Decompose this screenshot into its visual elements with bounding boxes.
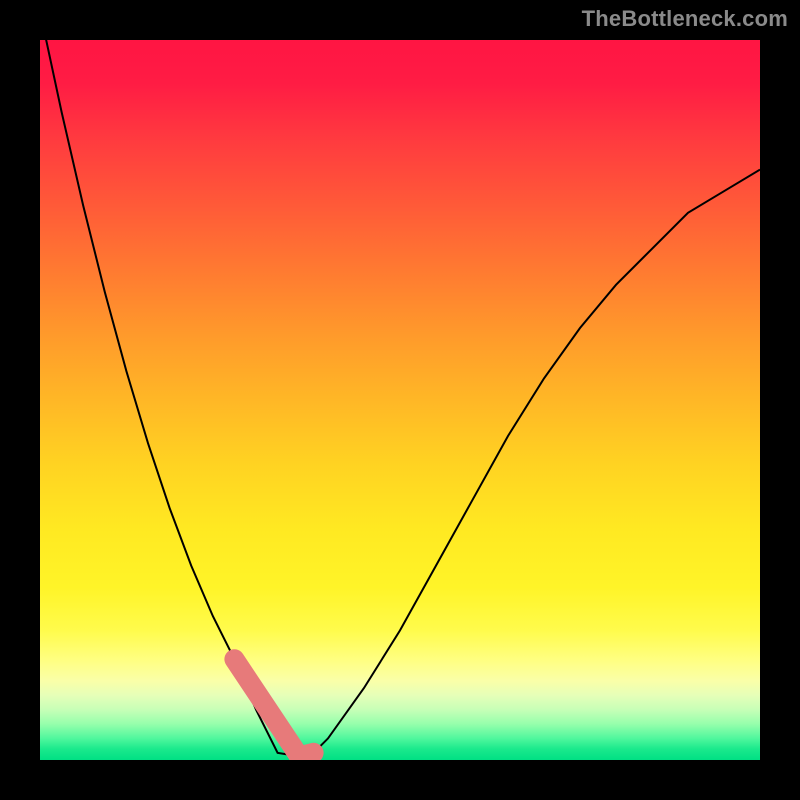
chart-frame: TheBottleneck.com — [0, 0, 800, 800]
left-curve — [40, 40, 299, 756]
watermark: TheBottleneck.com — [582, 6, 788, 32]
plot-area — [40, 40, 760, 760]
curve-layer — [40, 40, 760, 760]
optimum-marker — [234, 659, 313, 756]
right-curve — [299, 170, 760, 757]
